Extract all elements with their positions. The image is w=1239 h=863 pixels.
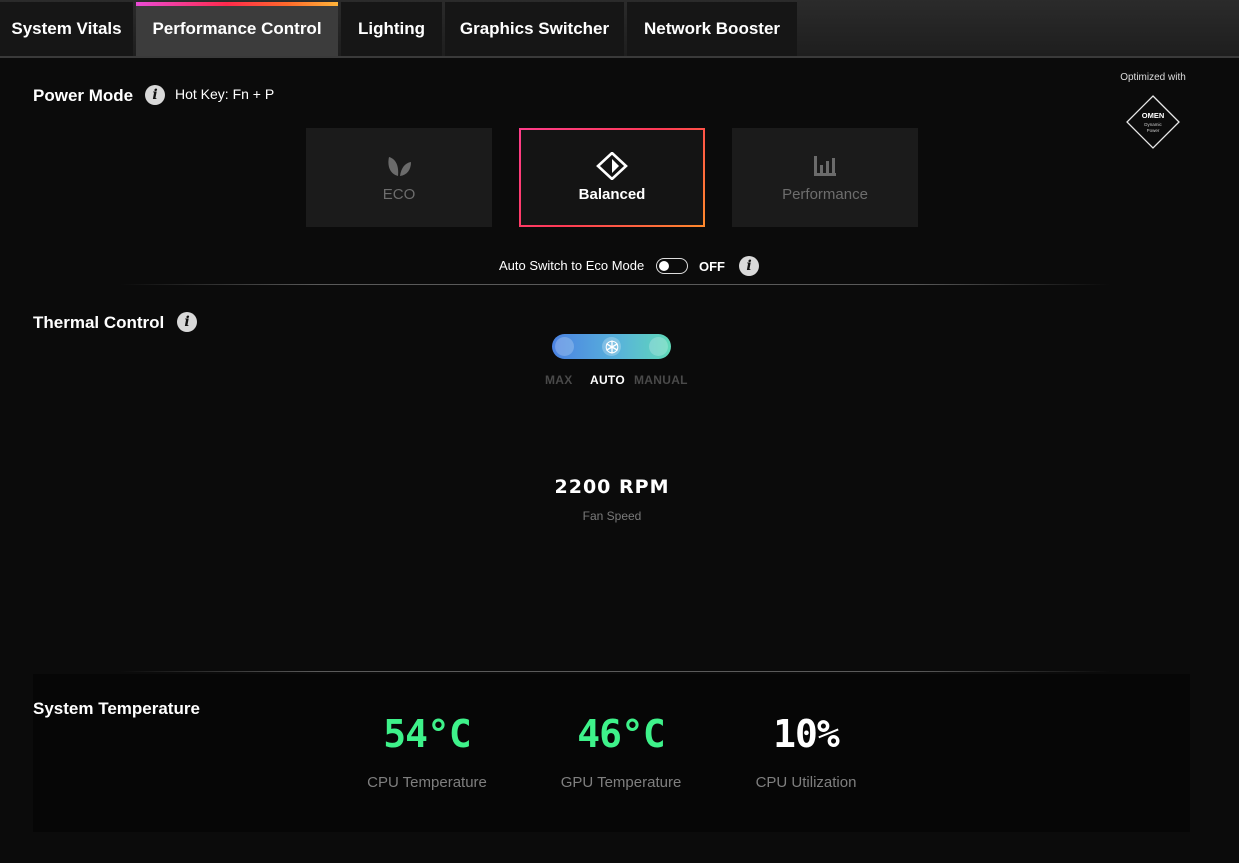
tab-label: System Vitals [11, 19, 122, 38]
leaf-icon [385, 153, 413, 179]
thermal-control-heading: Thermal Control [33, 313, 165, 332]
mode-label: ECO [382, 186, 416, 203]
tab-label: Performance Control [152, 19, 322, 38]
tab-label: Lighting [357, 19, 426, 38]
slider-thumb[interactable] [602, 337, 621, 356]
thermal-control-info-icon[interactable]: i [177, 312, 197, 332]
mode-balanced-button[interactable]: Balanced [519, 128, 705, 227]
auto-switch-state: OFF [699, 259, 725, 274]
tab-network-booster[interactable]: Network Booster [627, 2, 797, 56]
fan-speed-value: 2200 RPM [554, 476, 670, 498]
tab-graphics-switcher[interactable]: Graphics Switcher [445, 2, 624, 56]
cpu-temperature-value: 54°C [383, 712, 472, 756]
thermal-option-max[interactable]: MAX [545, 373, 573, 387]
snowflake-icon [605, 339, 618, 354]
tab-system-vitals[interactable]: System Vitals [0, 2, 133, 56]
thermal-mode-slider[interactable] [552, 334, 671, 359]
cpu-utilization-value: 10% [773, 712, 840, 756]
omen-dynamic-power-logo: OMEN Dynamic Power [1126, 95, 1180, 149]
toggle-knob [659, 261, 669, 271]
tab-performance-control[interactable]: Performance Control [136, 2, 338, 56]
cpu-utilization-label: CPU Utilization [755, 774, 857, 791]
tab-label: Graphics Switcher [459, 19, 610, 38]
tab-label: Network Booster [643, 19, 781, 38]
tab-lighting[interactable]: Lighting [341, 2, 442, 56]
gpu-temperature-label: GPU Temperature [560, 774, 682, 791]
hotkey-text: Hot Key: Fn + P [175, 86, 275, 102]
logo-subtext: Dynamic [1144, 122, 1162, 127]
slider-stop-manual[interactable] [649, 337, 668, 356]
tab-bar: System Vitals Performance Control Lighti… [0, 0, 1239, 58]
bar-chart-icon [812, 153, 838, 179]
mode-label: Performance [782, 186, 868, 203]
power-mode-info-icon[interactable]: i [145, 85, 165, 105]
thermal-option-manual[interactable]: MANUAL [634, 373, 688, 387]
section-divider [120, 671, 1110, 672]
power-mode-heading: Power Mode [33, 86, 134, 105]
cpu-temperature-label: CPU Temperature [367, 774, 487, 791]
logo-text: OMEN [1142, 111, 1165, 120]
auto-switch-toggle[interactable] [656, 258, 688, 274]
system-temperature-heading: System Temperature [33, 699, 200, 718]
optimized-label: Optimized with [1120, 72, 1186, 83]
logo-subtext: Power [1147, 128, 1160, 133]
balanced-diamond-icon [596, 152, 628, 180]
auto-switch-info-icon[interactable]: i [739, 256, 759, 276]
thermal-option-auto[interactable]: AUTO [590, 373, 625, 387]
section-divider [120, 284, 1110, 285]
mode-performance-button[interactable]: Performance [732, 128, 918, 227]
mode-eco-button[interactable]: ECO [306, 128, 492, 227]
fan-speed-label: Fan Speed [582, 509, 642, 523]
auto-switch-label: Auto Switch to Eco Mode [499, 258, 645, 273]
gpu-temperature-value: 46°C [577, 712, 666, 756]
mode-label: Balanced [578, 186, 646, 203]
slider-stop-max[interactable] [555, 337, 574, 356]
